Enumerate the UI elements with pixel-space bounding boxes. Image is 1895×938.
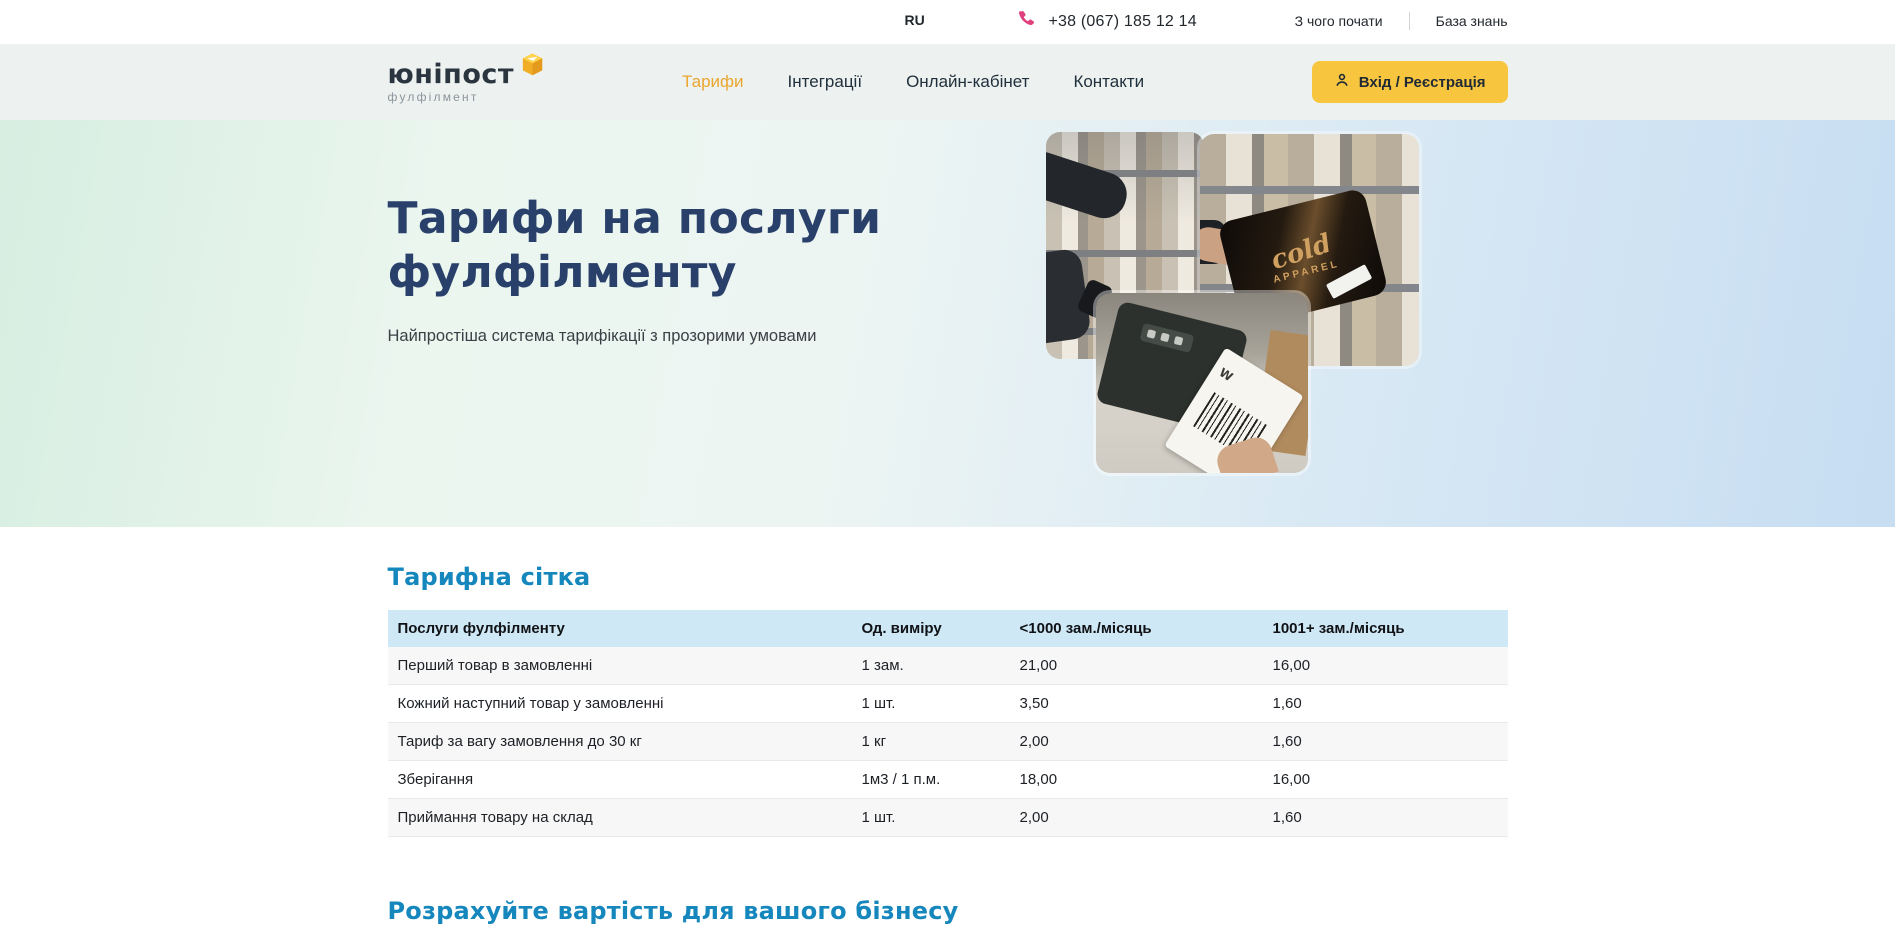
worker-arm [1046,146,1132,224]
cell-price-high: 16,00 [1263,761,1508,799]
topbar-link-knowledge-base[interactable]: База знань [1436,13,1508,29]
table-row: Приймання товару на склад 1 шт. 2,00 1,6… [388,799,1508,837]
label-logo-letter: W [1216,365,1235,384]
topbar: RU +38 (067) 185 12 14 З чого почати Баз… [0,0,1895,44]
cell-unit: 1 шт. [852,799,1010,837]
cell-price-high: 1,60 [1263,799,1508,837]
cell-service: Тариф за вагу замовлення до 30 кг [388,723,852,761]
cell-unit: 1 зам. [852,647,1010,685]
cell-price-high: 16,00 [1263,647,1508,685]
topbar-link-getting-started[interactable]: З чого почати [1295,13,1383,29]
phone-icon [1016,9,1037,35]
main-nav: Тарифи Інтеграції Онлайн-кабінет Контакт… [682,72,1144,92]
cell-service: Зберігання [388,761,852,799]
cell-service: Кожний наступний товар у замовленні [388,685,852,723]
tariff-table: Послуги фулфілменту Од. виміру <1000 зам… [388,610,1508,837]
cell-price-low: 18,00 [1010,761,1263,799]
hero-section: Тарифи на послуги фулфілменту Найпростіш… [0,120,1895,527]
login-button-label: Вхід / Реєстрація [1359,74,1486,91]
column-header-under-1000: <1000 зам./місяць [1010,610,1263,647]
nav-online-cabinet[interactable]: Онлайн-кабінет [906,72,1029,92]
phone-block[interactable]: +38 (067) 185 12 14 [1016,9,1197,35]
calculator-section-title: Розрахуйте вартість для вашого бізнесу [388,897,1508,925]
logo[interactable]: юніпост фулфілмент [388,61,545,103]
phone-number[interactable]: +38 (067) 185 12 14 [1049,13,1197,31]
cell-price-low: 3,50 [1010,685,1263,723]
printer-panel [1139,323,1194,353]
pricing-section-title: Тарифна сітка [388,527,1508,591]
logo-tagline: фулфілмент [388,91,515,103]
cell-service: Перший товар в замовленні [388,647,852,685]
table-row: Кожний наступний товар у замовленні 1 шт… [388,685,1508,723]
printer-button [1173,336,1183,346]
cell-price-low: 21,00 [1010,647,1263,685]
login-register-button[interactable]: Вхід / Реєстрація [1312,61,1508,103]
column-header-unit: Од. виміру [852,610,1010,647]
pricing-section: Тарифна сітка Послуги фулфілменту Од. ви… [0,527,1895,925]
nav-contacts[interactable]: Контакти [1073,72,1144,92]
language-switcher[interactable]: RU [905,12,925,28]
cell-price-high: 1,60 [1263,723,1508,761]
table-row: Зберігання 1м3 / 1 п.м. 18,00 16,00 [388,761,1508,799]
printer-button [1146,329,1156,339]
table-header-row: Послуги фулфілменту Од. виміру <1000 зам… [388,610,1508,647]
user-icon [1334,72,1350,92]
cell-price-low: 2,00 [1010,723,1263,761]
cell-price-low: 2,00 [1010,799,1263,837]
main-header: юніпост фулфілмент Тарифи Інтеграції Онл… [0,44,1895,120]
shelf-line [1200,186,1419,194]
cell-unit: 1 шт. [852,685,1010,723]
topbar-divider [1409,12,1410,30]
cell-unit: 1 кг [852,723,1010,761]
column-header-over-1001: 1001+ зам./місяць [1263,610,1508,647]
logo-cube-icon [519,51,546,82]
logo-name: юніпост [388,61,515,88]
nav-tariffs[interactable]: Тарифи [682,72,744,92]
cell-service: Приймання товару на склад [388,799,852,837]
hero-photo-label-printer: W [1096,293,1308,473]
table-row: Тариф за вагу замовлення до 30 кг 1 кг 2… [388,723,1508,761]
nav-integrations[interactable]: Інтеграції [788,72,863,92]
table-row: Перший товар в замовленні 1 зам. 21,00 1… [388,647,1508,685]
printer-button [1160,333,1170,343]
cell-unit: 1м3 / 1 п.м. [852,761,1010,799]
cell-price-high: 1,60 [1263,685,1508,723]
column-header-service: Послуги фулфілменту [388,610,852,647]
